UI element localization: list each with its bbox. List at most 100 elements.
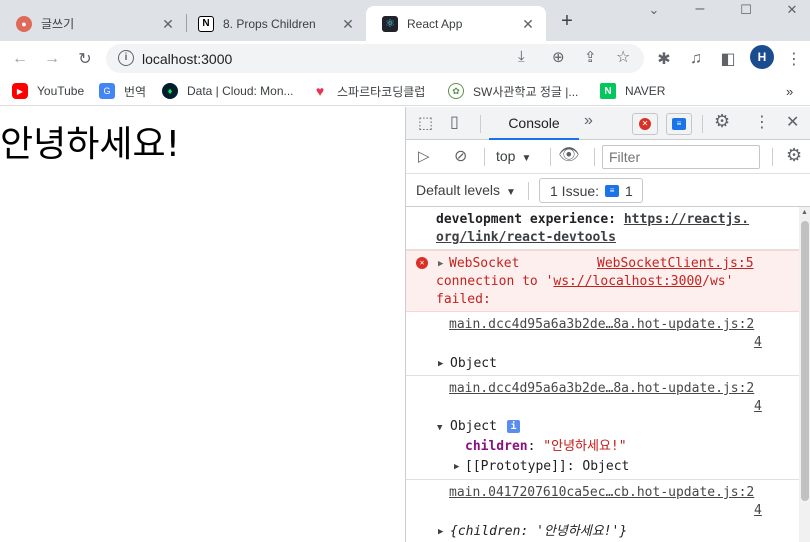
source-link-line[interactable]: 4 <box>754 502 762 520</box>
reload-button[interactable]: ↻ <box>73 47 97 71</box>
close-window-button[interactable]: ✕ <box>782 2 802 18</box>
url-text[interactable]: localhost:3000 <box>142 51 232 67</box>
source-link[interactable]: main.dcc4d95a6a3b2de…8a.hot-update.js:2 <box>449 380 754 398</box>
error-message: WebSocket <box>449 256 520 271</box>
profile-avatar[interactable]: H <box>750 45 774 69</box>
bookmark-jungle[interactable]: ✿ SW사관학교 정글 |... <box>448 81 578 101</box>
error-count-badge[interactable]: ✕ <box>632 113 658 135</box>
tab-console[interactable]: Console <box>489 107 579 140</box>
source-link[interactable]: WebSocketClient.js:5 <box>597 255 754 273</box>
close-devtools-icon[interactable]: ✕ <box>786 112 799 132</box>
expand-triangle-icon[interactable]: ▶ <box>454 462 459 472</box>
live-expression-eye-icon[interactable]: 👁 <box>558 145 580 165</box>
collapse-triangle-icon[interactable]: ▼ <box>437 423 442 433</box>
property-key: children <box>465 439 528 454</box>
log-entry: ▼ Object i children: "안녕하세요!" ▶ [[Protot… <box>406 418 799 480</box>
info-icon[interactable]: i <box>507 420 520 433</box>
more-options-icon[interactable]: ⋮ <box>754 112 770 132</box>
log-levels-dropdown[interactable]: Default levels ▼ <box>416 182 516 198</box>
close-tab-icon[interactable]: ✕ <box>520 16 536 32</box>
tab-brunch[interactable]: ● 글쓰기 ✕ <box>0 6 186 41</box>
source-link[interactable]: main.0417207610ca5ec…cb.hot-update.js:2 <box>449 484 754 502</box>
bookmark-naver[interactable]: N NAVER <box>600 81 665 101</box>
bookmark-mongodb[interactable]: ♦ Data | Cloud: Mon... <box>162 81 294 101</box>
expand-triangle-icon[interactable]: ▶ <box>438 527 443 537</box>
sidebar-toggle-icon[interactable]: ▷ <box>418 147 430 165</box>
extensions-icon[interactable]: ✱ <box>652 47 676 71</box>
divider <box>702 115 703 133</box>
issue-icon: ≡ <box>605 184 620 197</box>
divider <box>528 182 529 200</box>
log-entry: main.dcc4d95a6a3b2de…8a.hot-update.js:2 … <box>406 376 799 418</box>
device-toolbar-icon[interactable]: ▯ <box>450 112 459 132</box>
scroll-up-arrow-icon[interactable]: ▲ <box>801 209 808 216</box>
tab-react-app[interactable]: ⚛ React App ✕ <box>366 6 546 41</box>
property-value: "안녕하세요!" <box>543 439 627 454</box>
bookmark-label: 번역 <box>124 84 147 99</box>
media-control-icon[interactable]: ♫ <box>684 47 708 71</box>
prototype-label[interactable]: [[Prototype]]: Object <box>465 458 629 476</box>
error-message: failed: <box>436 292 491 307</box>
bookmark-label: SW사관학교 정글 |... <box>473 84 579 99</box>
mongodb-icon: ♦ <box>162 83 178 99</box>
close-tab-icon[interactable]: ✕ <box>160 16 176 32</box>
install-icon[interactable]: ⤓ <box>518 48 525 65</box>
site-info-icon[interactable]: i <box>118 50 134 66</box>
console-settings-icon[interactable]: ⚙ <box>786 145 802 166</box>
console-filter-input[interactable] <box>602 145 760 169</box>
issues-badge[interactable]: ≡ <box>666 113 692 135</box>
settings-gear-icon[interactable]: ⚙ <box>714 111 730 132</box>
expand-triangle-icon[interactable]: ▶ <box>438 259 443 269</box>
zoom-icon[interactable]: ⊕ <box>552 48 565 66</box>
maximize-button[interactable]: ☐ <box>736 2 756 18</box>
log-link[interactable]: ws://localhost:3000 <box>553 274 702 289</box>
source-link-line[interactable]: 4 <box>754 334 762 352</box>
console-scrollbar[interactable]: ▲ <box>799 207 810 542</box>
bookmark-sparta[interactable]: ♥ 스파르타코딩클럽 <box>312 81 425 101</box>
scrollbar-thumb[interactable] <box>801 221 809 501</box>
clear-console-icon[interactable]: ⊘ <box>454 146 467 166</box>
side-panel-icon[interactable]: ◧ <box>716 47 740 71</box>
naver-icon: N <box>600 83 616 99</box>
chevron-down-icon: ▼ <box>521 153 532 164</box>
source-link[interactable]: main.dcc4d95a6a3b2de…8a.hot-update.js:2 <box>449 316 754 334</box>
context-selector[interactable]: top ▼ <box>496 148 531 164</box>
back-button[interactable]: ← <box>8 47 32 71</box>
log-link[interactable]: https://reactjs. <box>624 212 749 227</box>
greeting-text: 안녕하세요! <box>0 124 181 165</box>
minimize-button[interactable]: – <box>690 0 710 18</box>
bookmarks-overflow-icon[interactable]: » <box>786 81 793 101</box>
object-label[interactable]: Object <box>450 418 497 436</box>
tab-notion[interactable]: N 8. Props Children ✕ <box>182 6 366 41</box>
log-entry: ▶ {children: '안녕하세요!'} <box>406 522 799 542</box>
error-icon: ✕ <box>639 118 651 130</box>
inspect-element-icon[interactable]: ⬚ <box>418 113 433 133</box>
page-viewport: 안녕하세요! <box>0 107 405 542</box>
tab-search-icon[interactable]: ⌄ <box>644 2 664 18</box>
forward-button[interactable]: → <box>40 47 64 71</box>
bookmark-label: YouTube <box>37 84 85 98</box>
bookmark-label: 스파르타코딩클럽 <box>337 84 426 99</box>
devtools-tab-bar: ⬚ ▯ Console » ✕ ≡ ⚙ ⋮ ✕ <box>406 107 810 140</box>
more-tabs-icon[interactable]: » <box>584 112 593 130</box>
log-link[interactable]: org/link/react-devtools <box>436 229 616 247</box>
share-icon[interactable]: ⇪ <box>584 48 597 66</box>
log-text: connection to ' <box>436 274 554 289</box>
new-tab-button[interactable]: + <box>556 10 578 32</box>
console-toolbar: ▷ ⊘ top ▼ 👁 ⚙ <box>406 140 810 174</box>
issues-button[interactable]: 1 Issue: ≡ 1 <box>539 178 643 203</box>
divider <box>484 148 485 166</box>
inline-object[interactable]: {children: '안녕하세요!'} <box>450 523 627 541</box>
source-link-line[interactable]: 4 <box>754 398 762 416</box>
object-label[interactable]: Object <box>450 355 497 373</box>
bookmark-youtube[interactable]: ▶ YouTube <box>12 81 84 101</box>
expand-triangle-icon[interactable]: ▶ <box>438 359 443 369</box>
jungle-icon: ✿ <box>448 83 464 99</box>
address-bar[interactable]: i localhost:3000 ⤓ ⊕ ⇪ ☆ <box>106 44 644 73</box>
tab-title: React App <box>407 16 463 31</box>
divider <box>594 148 595 166</box>
bookmark-star-icon[interactable]: ☆ <box>616 47 630 67</box>
menu-icon[interactable]: ⋮ <box>782 47 806 71</box>
close-tab-icon[interactable]: ✕ <box>340 16 356 32</box>
bookmark-translate[interactable]: G 번역 <box>99 81 146 101</box>
